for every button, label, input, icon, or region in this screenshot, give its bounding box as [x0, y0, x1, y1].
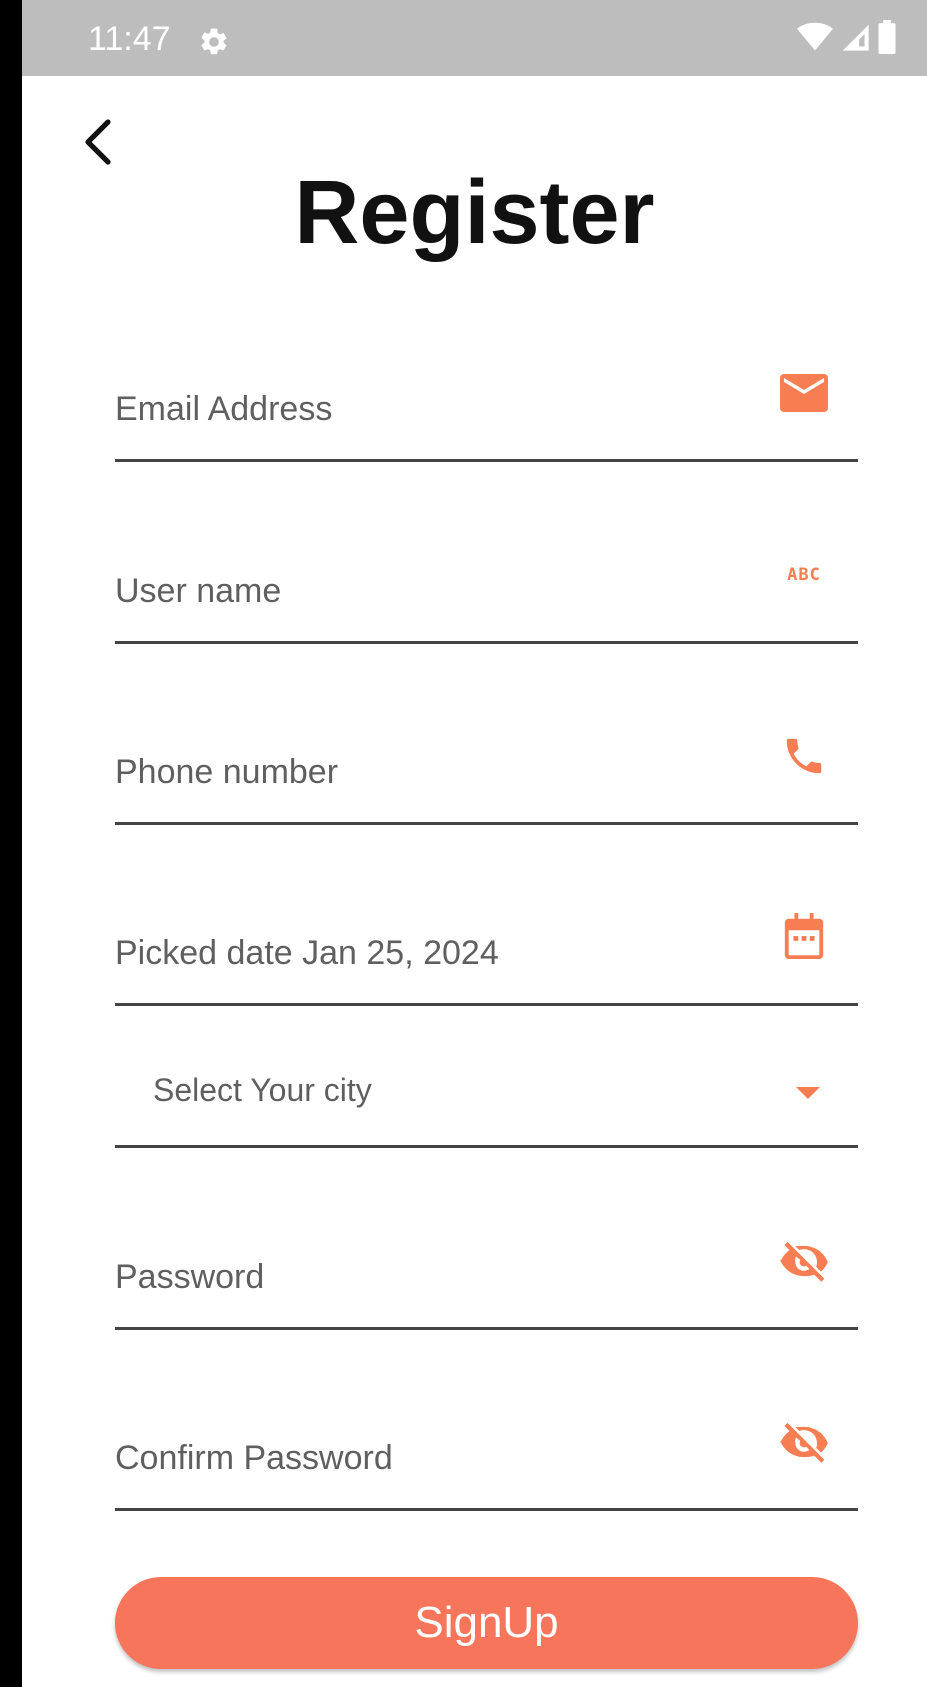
calendar-icon[interactable] — [778, 911, 830, 963]
confirm-password-field[interactable] — [115, 1401, 858, 1511]
status-bar: 11:47 — [22, 0, 927, 76]
eye-off-icon[interactable] — [778, 1416, 830, 1468]
username-field[interactable]: ABC — [115, 534, 858, 644]
confirm-password-input[interactable] — [115, 1439, 735, 1478]
signup-button[interactable]: SignUp — [115, 1577, 858, 1669]
city-selected-value: Select Your city — [153, 1072, 372, 1108]
password-field[interactable] — [115, 1220, 858, 1330]
date-picker-field[interactable]: Picked date Jan 25, 2024 — [115, 896, 858, 1006]
battery-icon — [877, 19, 897, 59]
phone-input[interactable] — [115, 753, 735, 792]
abc-icon-text: ABC — [787, 565, 821, 585]
username-input[interactable] — [115, 572, 735, 611]
eye-off-icon[interactable] — [778, 1235, 830, 1287]
password-input[interactable] — [115, 1258, 735, 1297]
wifi-icon — [797, 22, 833, 57]
app-screen: 11:47 Register Email Address User name A… — [22, 0, 927, 1687]
email-input[interactable] — [115, 390, 735, 429]
city-dropdown[interactable]: Select Your city — [115, 1038, 858, 1148]
status-icons — [797, 19, 897, 59]
status-time: 11:47 — [88, 20, 171, 58]
page-title: Register — [294, 163, 655, 263]
dropdown-arrow-icon — [796, 1087, 820, 1099]
abc-icon: ABC — [778, 549, 830, 601]
mail-icon — [778, 367, 830, 419]
picked-date-text: Picked date Jan 25, 2024 — [115, 934, 499, 972]
phone-icon — [778, 730, 830, 782]
chevron-left-icon — [85, 119, 111, 165]
email-field[interactable] — [115, 352, 858, 462]
signal-icon — [839, 22, 871, 57]
settings-icon — [198, 26, 230, 58]
phone-field[interactable] — [115, 715, 858, 825]
